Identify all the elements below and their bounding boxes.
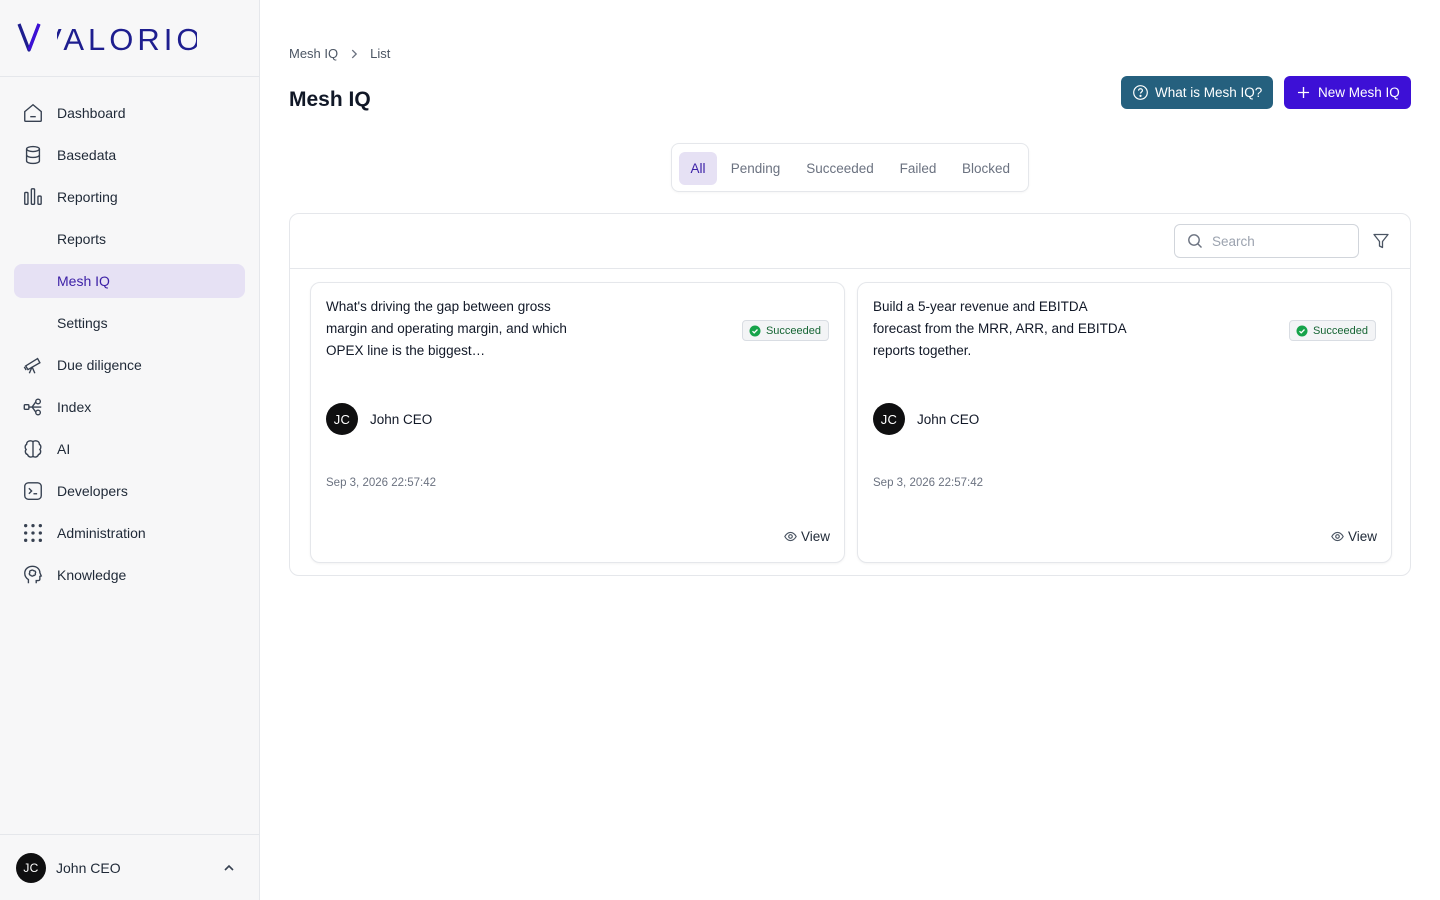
sidebar-item-label: Developers [57, 483, 128, 499]
sidebar-item-label: Due diligence [57, 357, 142, 373]
user-name: John CEO [56, 859, 121, 876]
breadcrumb-current: List [370, 46, 391, 61]
search-box [1174, 224, 1359, 258]
terminal-icon [22, 480, 44, 502]
help-circle-icon [1133, 85, 1148, 100]
grid-dots-icon [22, 522, 44, 544]
sidebar-nav: Dashboard Basedata Reporting Reports Mes… [14, 96, 245, 600]
what-is-mesh-iq-button[interactable]: What is Mesh IQ? [1121, 76, 1273, 109]
view-button[interactable]: View [1331, 529, 1377, 544]
status-badge: Succeeded [1288, 320, 1376, 341]
list-toolbar [290, 214, 1410, 269]
card-author: JC John CEO [873, 403, 979, 435]
head-brain-icon [22, 564, 44, 586]
sidebar-item-reports[interactable]: Reports [14, 222, 245, 256]
avatar: JC [873, 403, 905, 435]
status-badge-label: Succeeded [1312, 324, 1368, 337]
mesh-iq-list-panel: What's driving the gap between gross mar… [289, 213, 1411, 576]
status-badge: Succeeded [741, 320, 829, 341]
tab-pending[interactable]: Pending [723, 152, 788, 185]
sidebar-item-label: Index [57, 399, 92, 415]
tab-all[interactable]: All [679, 152, 717, 185]
sidebar-item-label: Settings [57, 315, 108, 331]
main-content: Mesh IQ List Mesh IQ What is Mesh IQ? Ne… [260, 0, 1440, 900]
author-name: John CEO [370, 411, 433, 427]
sidebar-item-administration[interactable]: Administration [14, 516, 245, 550]
sidebar-item-developers[interactable]: Developers [14, 474, 245, 508]
search-input[interactable] [1212, 233, 1352, 249]
tab-blocked[interactable]: Blocked [952, 152, 1020, 185]
brain-icon [22, 438, 44, 460]
sidebar-item-label: Reports [57, 231, 107, 247]
chevron-right-icon [351, 49, 358, 58]
card-timestamp: Sep 3, 2026 22:57:42 [873, 477, 983, 489]
logo-text: VALORIO [41, 22, 197, 54]
sidebar-item-label: Knowledge [57, 567, 127, 583]
card-question: Build a 5-year revenue and EBITDA foreca… [873, 299, 1126, 358]
card-question: What's driving the gap between gross mar… [326, 299, 567, 358]
chevron-up-icon[interactable] [221, 860, 237, 876]
sidebar-item-settings[interactable]: Settings [14, 306, 245, 340]
breadcrumb: Mesh IQ List [289, 46, 390, 61]
filter-icon[interactable] [1372, 232, 1390, 250]
check-circle-icon [749, 325, 761, 336]
author-name: John CEO [917, 411, 980, 427]
sidebar-item-dashboard[interactable]: Dashboard [14, 96, 245, 130]
sidebar-item-reporting[interactable]: Reporting [14, 180, 245, 214]
mesh-iq-card[interactable]: What's driving the gap between gross mar… [310, 282, 845, 563]
sidebar-item-label: AI [57, 441, 71, 457]
what-is-mesh-iq-label: What is Mesh IQ? [1155, 85, 1263, 100]
view-label: View [800, 529, 830, 544]
sidebar-item-basedata[interactable]: Basedata [14, 138, 245, 172]
telescope-icon [22, 354, 44, 376]
tab-succeeded[interactable]: Succeeded [796, 152, 884, 185]
card-timestamp: Sep 3, 2026 22:57:42 [326, 477, 436, 489]
bar-chart-icon [22, 186, 44, 208]
eye-icon [1331, 531, 1344, 542]
sidebar-item-mesh-iq[interactable]: Mesh IQ [14, 264, 245, 298]
logo-area: VALORIO [0, 0, 259, 77]
search-icon [1188, 234, 1202, 248]
sidebar: VALORIO Dashboard Basedata Reporting Rep… [0, 0, 260, 900]
user-menu[interactable]: JC John CEO [0, 834, 259, 900]
sidebar-item-label: Administration [57, 525, 146, 541]
sidebar-item-label: Mesh IQ [57, 273, 110, 289]
sidebar-item-knowledge[interactable]: Knowledge [14, 558, 245, 592]
home-icon [22, 102, 44, 124]
view-button[interactable]: View [784, 529, 830, 544]
avatar: JC [16, 852, 46, 883]
check-circle-icon [1296, 325, 1308, 336]
plus-icon [1297, 86, 1310, 99]
new-mesh-iq-button[interactable]: New Mesh IQ [1284, 76, 1411, 109]
page-title: Mesh IQ [289, 88, 371, 111]
network-icon [22, 396, 44, 418]
valorio-logo[interactable]: VALORIO [17, 20, 197, 54]
card-author: JC John CEO [326, 403, 432, 435]
mesh-iq-card[interactable]: Build a 5-year revenue and EBITDA foreca… [857, 282, 1392, 563]
avatar: JC [326, 403, 358, 435]
database-icon [22, 144, 44, 166]
status-tabs: All Pending Succeeded Failed Blocked [671, 143, 1029, 192]
new-mesh-iq-label: New Mesh IQ [1318, 85, 1400, 100]
status-badge-label: Succeeded [765, 324, 821, 337]
sidebar-item-index[interactable]: Index [14, 390, 245, 424]
sidebar-item-due-diligence[interactable]: Due diligence [14, 348, 245, 382]
eye-icon [784, 531, 797, 542]
sidebar-item-ai[interactable]: AI [14, 432, 245, 466]
breadcrumb-root[interactable]: Mesh IQ [289, 46, 338, 61]
view-label: View [1347, 529, 1377, 544]
sidebar-item-label: Dashboard [57, 105, 126, 121]
tab-failed[interactable]: Failed [891, 152, 945, 185]
sidebar-item-label: Reporting [57, 189, 118, 205]
sidebar-item-label: Basedata [57, 147, 117, 163]
